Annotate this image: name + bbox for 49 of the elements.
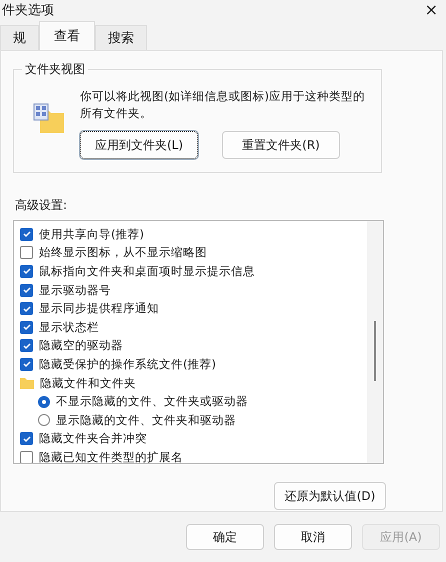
- list-item[interactable]: 显示状态栏: [20, 318, 367, 337]
- check-icon: [22, 266, 32, 276]
- section-label: 高级设置:: [15, 197, 68, 214]
- tab[interactable]: 搜索: [95, 25, 147, 50]
- dialog-button[interactable]: 重置文件夹(R): [222, 131, 340, 160]
- check-icon: [22, 285, 32, 296]
- dialog-button[interactable]: 确定: [186, 524, 264, 550]
- checkbox[interactable]: [20, 302, 33, 316]
- radio-button[interactable]: [38, 396, 50, 408]
- check-icon: [22, 340, 32, 351]
- check-icon: [22, 434, 32, 444]
- window-title: 件夹选项: [2, 2, 54, 19]
- list-item[interactable]: 隐藏受保护的操作系统文件(推荐): [20, 355, 367, 374]
- check-icon: [22, 322, 32, 332]
- list-item[interactable]: 隐藏文件夹合并冲突: [20, 430, 367, 448]
- tab[interactable]: 规: [0, 25, 39, 50]
- list-item[interactable]: 隐藏空的驱动器: [20, 336, 367, 356]
- checkbox[interactable]: [20, 284, 33, 297]
- folder-icon: [20, 377, 34, 390]
- checkbox[interactable]: [20, 228, 33, 241]
- tab[interactable]: 查看: [39, 21, 95, 50]
- checkbox[interactable]: [20, 358, 33, 371]
- list-item[interactable]: 不显示隐藏的文件、文件夹或驱动器: [20, 392, 367, 411]
- radio-button[interactable]: [38, 414, 50, 426]
- checkbox[interactable]: [20, 246, 33, 260]
- scrollbar[interactable]: [367, 221, 383, 463]
- list-item[interactable]: 显示隐藏的文件、文件夹和驱动器: [20, 410, 367, 430]
- checkbox[interactable]: [20, 320, 33, 334]
- description-text: 你可以将此视图(如详细信息或图标)应用于这种类型的所有文件夹。: [80, 88, 366, 122]
- list-item[interactable]: 显示同步提供程序通知: [20, 299, 367, 318]
- close-button[interactable]: ×: [424, 0, 438, 19]
- list-item[interactable]: 隐藏已知文件类型的扩展名: [20, 448, 367, 463]
- checkbox[interactable]: [20, 432, 33, 446]
- list-item[interactable]: 显示驱动器号: [20, 280, 367, 300]
- check-icon: [22, 229, 32, 240]
- restore-defaults-button[interactable]: 还原为默认值(D): [274, 482, 386, 510]
- dialog-button[interactable]: 取消: [274, 524, 352, 550]
- list-item[interactable]: 隐藏文件和文件夹: [20, 374, 367, 392]
- checkbox[interactable]: [20, 450, 33, 463]
- check-icon: [22, 304, 32, 314]
- group-title: 文件夹视图: [22, 61, 88, 78]
- checkbox[interactable]: [20, 339, 33, 352]
- check-icon: [22, 359, 32, 370]
- list-item[interactable]: 鼠标指向文件夹和桌面项时显示提示信息: [20, 262, 367, 281]
- list-item[interactable]: 使用共享向导(推荐): [20, 225, 367, 244]
- list-item[interactable]: 始终显示图标，从不显示缩略图: [20, 244, 367, 262]
- dialog-button[interactable]: 应用到文件夹(L): [80, 131, 198, 160]
- checkbox[interactable]: [20, 264, 33, 278]
- folder-icon: [32, 102, 66, 136]
